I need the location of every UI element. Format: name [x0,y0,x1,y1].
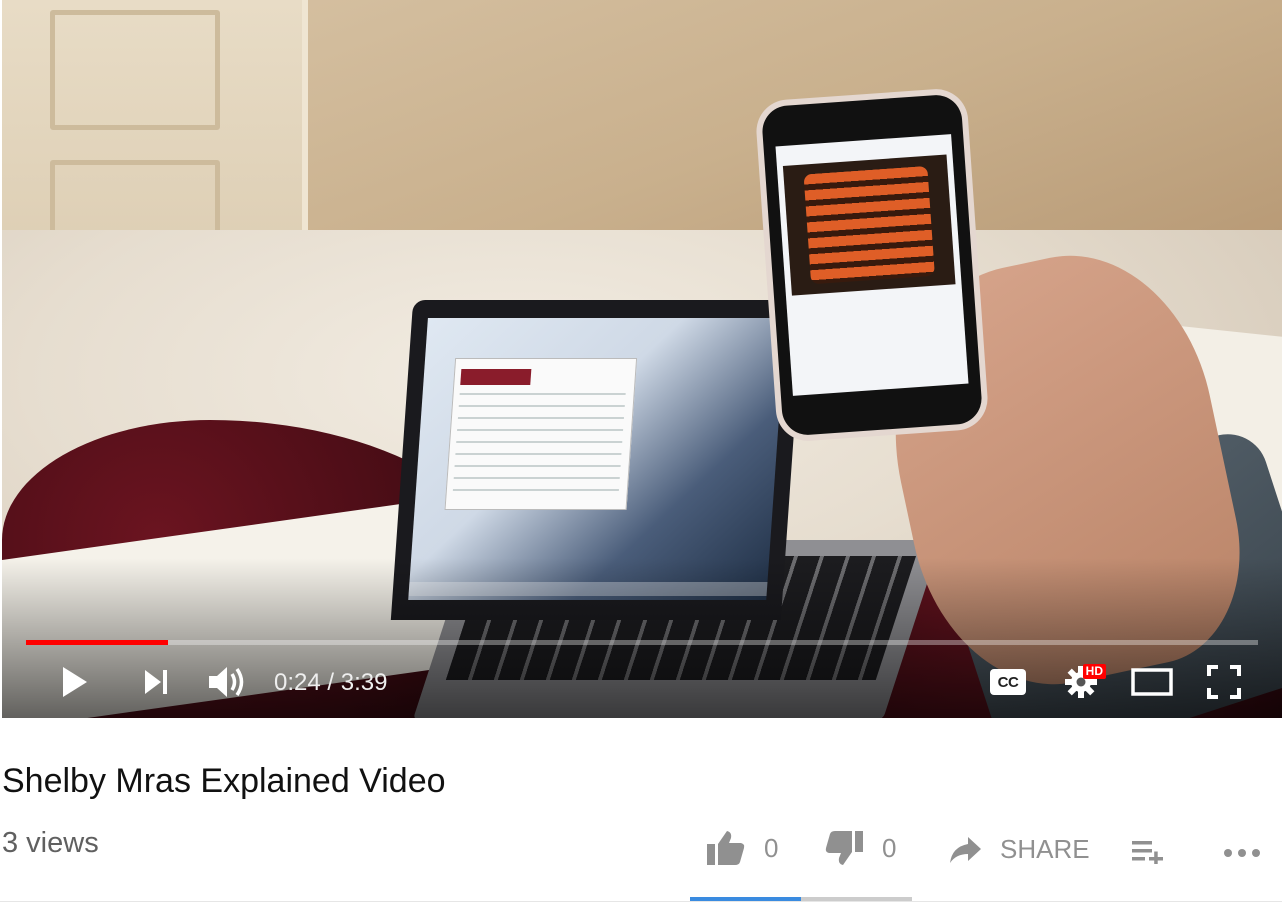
theater-mode-button[interactable] [1130,662,1174,702]
next-button[interactable] [136,662,176,702]
add-to-playlist-icon [1132,841,1163,864]
progress-bar[interactable] [26,640,1258,645]
video-frame [2,0,1282,718]
cc-label: CC [997,673,1019,691]
player-controls: 0:24 / 3:39 CC HD [2,648,1282,718]
thumbs-up-icon [707,831,745,865]
fullscreen-icon [1207,665,1241,699]
theater-icon [1131,668,1173,696]
more-actions-button[interactable] [1222,846,1262,860]
like-count: 0 [764,832,779,863]
play-button[interactable] [54,662,94,702]
play-icon [63,667,87,697]
view-count: 3 views [2,827,99,859]
dislike-button[interactable]: 0 [824,830,896,866]
video-title: Shelby Mras Explained Video [2,762,446,800]
more-icon [1224,849,1260,857]
share-icon [950,836,981,863]
time-separator: / [320,669,341,696]
share-button[interactable]: SHARE [948,834,1090,865]
volume-button[interactable] [204,662,250,702]
dislike-count: 0 [882,832,897,863]
like-button[interactable]: 0 [706,830,778,866]
captions-button[interactable]: CC [988,662,1028,702]
add-to-playlist-button[interactable] [1130,838,1166,864]
progress-played [26,640,168,645]
video-player[interactable]: 0:24 / 3:39 CC HD [2,0,1282,718]
time-display: 0:24 / 3:39 [274,669,387,697]
thumbs-down-icon [825,831,863,865]
next-icon [145,670,167,694]
video-scene-phone [760,93,984,437]
hd-badge: HD [1082,664,1106,679]
divider [0,901,1282,902]
settings-button[interactable]: HD [1060,662,1106,702]
share-label: SHARE [1000,834,1090,864]
time-current: 0:24 [274,669,321,696]
volume-icon [209,667,244,697]
time-total: 3:39 [340,669,388,696]
cc-icon: CC [990,669,1026,695]
fullscreen-button[interactable] [1202,662,1246,702]
